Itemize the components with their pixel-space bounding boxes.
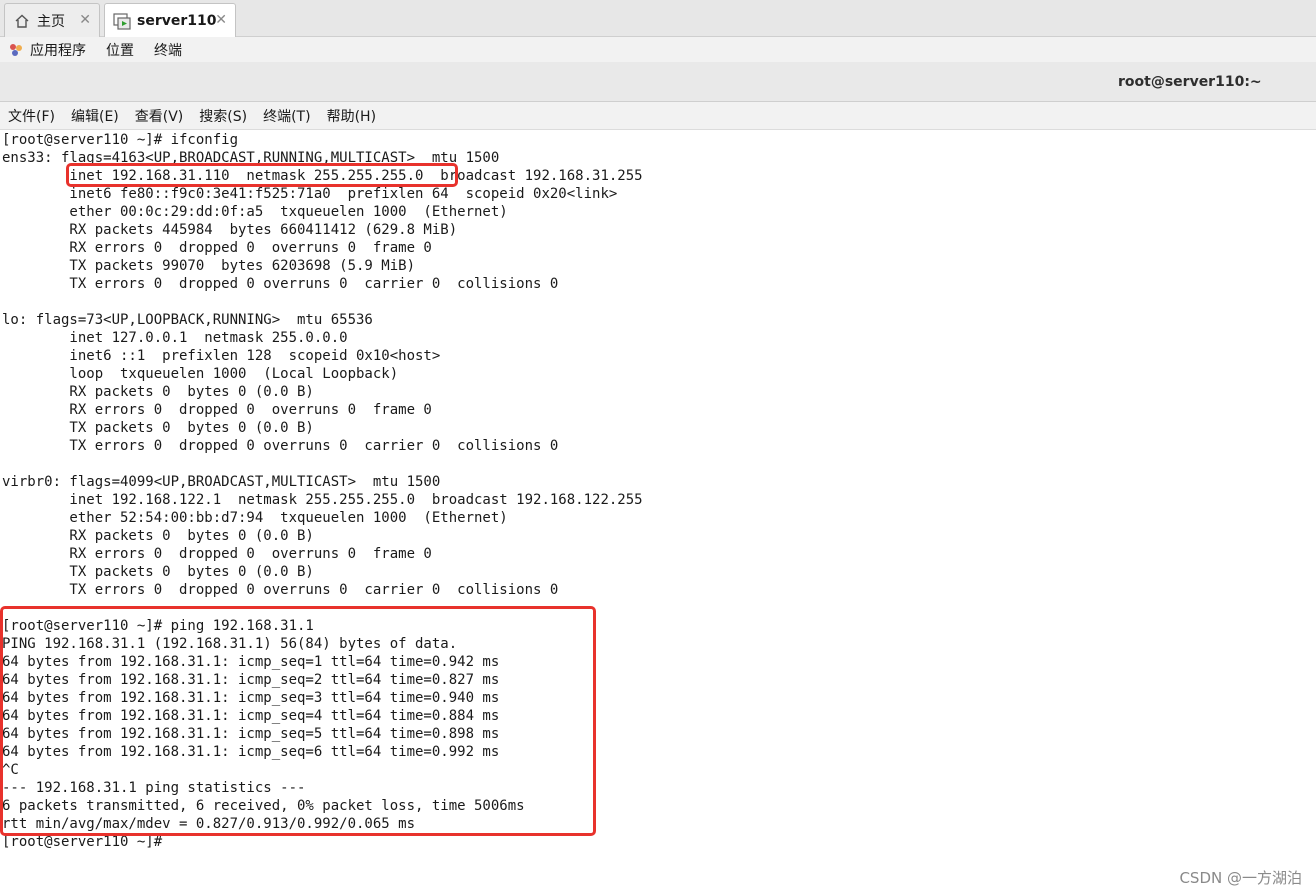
terminal-line: TX packets 99070 bytes 6203698 (5.9 MiB) [2, 258, 416, 274]
places-menu[interactable]: 位置 [106, 40, 134, 60]
terminal-line: TX errors 0 dropped 0 overruns 0 carrier… [2, 276, 559, 292]
highlight-box-inet [66, 163, 458, 187]
terminal-line: RX packets 0 bytes 0 (0.0 B) [2, 384, 314, 400]
terminal-line: RX packets 0 bytes 0 (0.0 B) [2, 528, 314, 544]
applications-icon[interactable] [8, 42, 24, 58]
window-title-bar[interactable]: root@server110:~ [0, 62, 1316, 102]
terminal-line: lo: flags=73<UP,LOOPBACK,RUNNING> mtu 65… [2, 312, 373, 328]
terminal-line: RX packets 445984 bytes 660411412 (629.8… [2, 222, 458, 238]
menu-search[interactable]: 搜索(S) [199, 106, 247, 126]
home-icon [13, 12, 31, 30]
terminal-line: ether 00:0c:29:dd:0f:a5 txqueuelen 1000 … [2, 204, 508, 220]
terminal-line: inet 127.0.0.1 netmask 255.0.0.0 [2, 330, 348, 346]
watermark: CSDN @一方湖泊 [1179, 869, 1302, 887]
close-icon[interactable]: ✕ [215, 12, 227, 28]
terminal-line: RX errors 0 dropped 0 overruns 0 frame 0 [2, 402, 432, 418]
terminal-line: inet6 fe80::f9c0:3e41:f525:71a0 prefixle… [2, 186, 618, 202]
close-icon[interactable]: ✕ [79, 12, 91, 28]
tab-home[interactable]: 主页 ✕ [4, 3, 100, 37]
menu-file[interactable]: 文件(F) [8, 106, 55, 126]
terminal-app-menu[interactable]: 终端 [154, 40, 182, 60]
applications-menu[interactable]: 应用程序 [30, 40, 86, 60]
terminal-line: TX packets 0 bytes 0 (0.0 B) [2, 420, 314, 436]
terminal-app-icon [113, 12, 131, 30]
terminal-line: virbr0: flags=4099<UP,BROADCAST,MULTICAS… [2, 474, 441, 490]
terminal-line: TX errors 0 dropped 0 overruns 0 carrier… [2, 582, 559, 598]
terminal-line: TX packets 0 bytes 0 (0.0 B) [2, 564, 314, 580]
menu-view[interactable]: 查看(V) [135, 106, 184, 126]
menu-bar: 文件(F) 编辑(E) 查看(V) 搜索(S) 终端(T) 帮助(H) [0, 102, 1316, 130]
terminal-line: inet6 ::1 prefixlen 128 scopeid 0x10<hos… [2, 348, 441, 364]
menu-help[interactable]: 帮助(H) [327, 106, 376, 126]
tab-server110[interactable]: server110 ✕ [104, 3, 236, 37]
highlight-box-ping [0, 606, 596, 836]
gnome-top-bar: 应用程序 位置 终端 [0, 37, 1316, 62]
tab-bar: 主页 ✕ server110 ✕ [0, 0, 1316, 37]
tab-home-label: 主页 [37, 13, 65, 30]
terminal-line: RX errors 0 dropped 0 overruns 0 frame 0 [2, 546, 432, 562]
menu-terminal[interactable]: 终端(T) [263, 106, 310, 126]
terminal-line: ether 52:54:00:bb:d7:94 txqueuelen 1000 … [2, 510, 508, 526]
terminal-line: RX errors 0 dropped 0 overruns 0 frame 0 [2, 240, 432, 256]
terminal-line: inet 192.168.122.1 netmask 255.255.255.0… [2, 492, 643, 508]
window-title: root@server110:~ [1118, 74, 1262, 90]
tab-server110-label: server110 [137, 12, 217, 29]
terminal-line: TX errors 0 dropped 0 overruns 0 carrier… [2, 438, 559, 454]
menu-edit[interactable]: 编辑(E) [71, 106, 119, 126]
terminal-line: loop txqueuelen 1000 (Local Loopback) [2, 366, 399, 382]
terminal-line: [root@server110 ~]# ifconfig [2, 132, 239, 148]
